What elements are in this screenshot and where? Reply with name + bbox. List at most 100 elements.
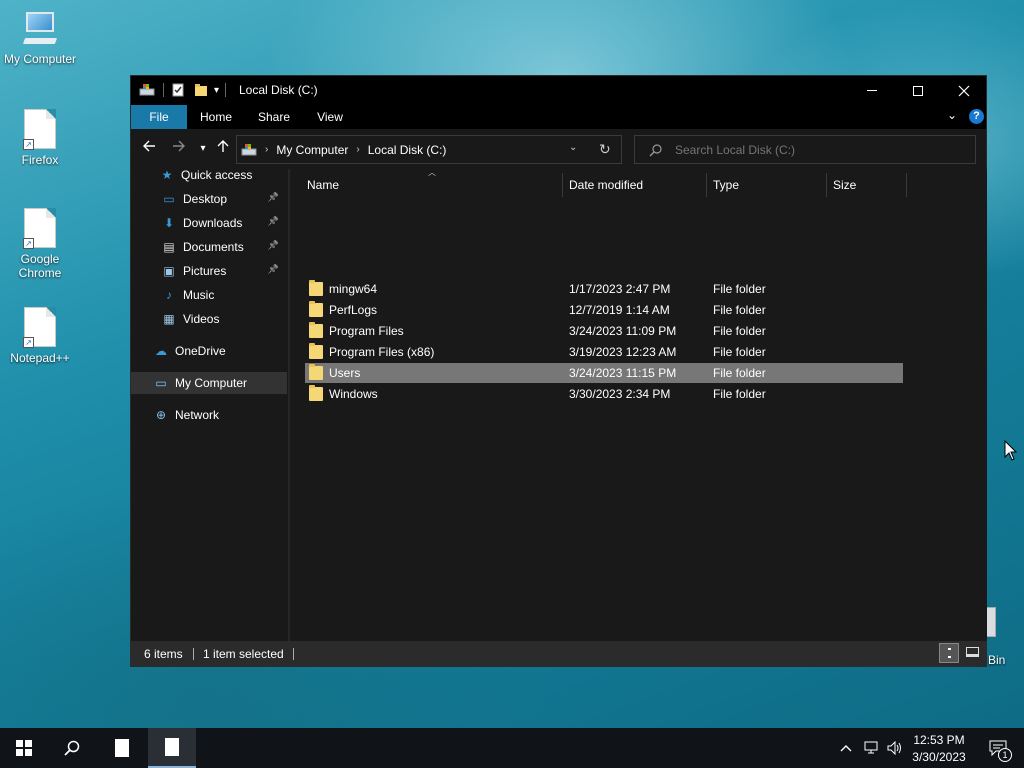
sidebar-item-label: Network xyxy=(175,408,220,422)
desktop-icon-google-chrome[interactable]: ↗ Google Chrome xyxy=(0,208,80,280)
desktop-icon-firefox[interactable]: ↗ Firefox xyxy=(0,109,80,167)
quick-access-toolbar: ▾ xyxy=(139,82,232,98)
desktop-icon-my-computer[interactable]: My Computer xyxy=(0,10,80,66)
properties-icon[interactable] xyxy=(172,83,184,97)
column-divider[interactable] xyxy=(562,173,563,197)
table-row[interactable]: Program Files 3/24/2023 11:09 PM File fo… xyxy=(305,321,903,341)
column-divider[interactable] xyxy=(706,173,707,197)
videos-icon: ▦ xyxy=(163,312,175,326)
sidebar-item-videos[interactable]: ▦ Videos xyxy=(131,308,287,330)
tab-home[interactable]: Home xyxy=(193,105,239,129)
sidebar-item-music[interactable]: ♪ Music xyxy=(131,284,287,306)
file-date: 3/19/2023 12:23 AM xyxy=(569,345,677,359)
table-row-selected[interactable]: Users 3/24/2023 11:15 PM File folder xyxy=(305,363,903,383)
sidebar-item-documents[interactable]: ▤ Documents 📌 xyxy=(131,236,287,258)
search-input[interactable] xyxy=(675,142,955,157)
search-icon xyxy=(649,143,662,156)
folder-icon xyxy=(309,385,323,401)
column-divider[interactable] xyxy=(906,173,907,197)
expand-ribbon-icon[interactable]: ⌄ xyxy=(947,108,957,122)
desktop-icon-label: Notepad++ xyxy=(10,351,70,365)
recent-locations-button[interactable]: ▾ xyxy=(193,139,213,159)
drive-icon xyxy=(139,84,155,96)
new-folder-icon[interactable] xyxy=(194,83,208,97)
sidebar-item-label: Pictures xyxy=(183,264,227,278)
sidebar-item-desktop[interactable]: ▭ Desktop 📌 xyxy=(131,188,287,210)
search-taskbar-button[interactable] xyxy=(48,728,96,768)
sidebar-item-downloads[interactable]: ⬇ Downloads 📌 xyxy=(131,212,287,234)
search-box[interactable] xyxy=(634,135,976,164)
sidebar-item-my-computer[interactable]: ▭ My Computer xyxy=(131,372,287,394)
folder-icon xyxy=(309,301,323,317)
file-explorer-window: ▾ Local Disk (C:) File Home Share View ⌄… xyxy=(130,75,987,667)
sidebar-item-label: Downloads xyxy=(183,216,243,230)
sidebar-item-label: Videos xyxy=(183,312,220,326)
help-icon[interactable]: ? xyxy=(969,109,984,124)
sidebar-item-onedrive[interactable]: ☁ OneDrive xyxy=(131,340,287,362)
documents-icon: ▤ xyxy=(163,240,175,254)
back-button[interactable] xyxy=(139,139,159,159)
minimize-icon xyxy=(867,90,877,91)
minimize-button[interactable] xyxy=(849,76,895,105)
status-separator xyxy=(293,648,294,660)
breadcrumb-separator-icon[interactable]: › xyxy=(265,144,268,155)
desktop-icon-notepad-plus-plus[interactable]: ↗ Notepad++ xyxy=(0,307,80,365)
column-header-date-modified[interactable]: Date modified xyxy=(569,171,705,199)
large-icons-view-icon xyxy=(966,647,979,657)
breadcrumb-my-computer[interactable]: My Computer xyxy=(276,143,348,157)
computer-drive-icon xyxy=(241,143,257,155)
download-icon: ⬇ xyxy=(163,216,175,230)
breadcrumb-separator-icon[interactable]: › xyxy=(356,144,359,155)
up-button[interactable] xyxy=(213,139,233,159)
close-button[interactable] xyxy=(941,76,987,105)
notification-count-badge: 1 xyxy=(998,748,1012,762)
table-row[interactable]: Windows 3/30/2023 2:34 PM File folder xyxy=(305,384,903,404)
close-icon xyxy=(958,85,970,96)
details-view-button[interactable] xyxy=(939,643,959,663)
customize-toolbar-dropdown-icon[interactable]: ▾ xyxy=(214,85,219,96)
clock-time: 12:53 PM xyxy=(913,732,965,747)
volume-tray-button[interactable] xyxy=(884,728,906,768)
sidebar-item-network[interactable]: ⊕ Network xyxy=(131,404,287,426)
taskbar-app-file-explorer[interactable] xyxy=(148,728,196,768)
sidebar-item-quick-access[interactable]: ★ Quick access xyxy=(131,164,287,186)
taskbar: 12:53 PM 3/30/2023 1 xyxy=(0,728,1024,768)
column-header-size[interactable]: Size xyxy=(833,171,905,199)
sidebar-item-label: OneDrive xyxy=(175,344,226,358)
pin-icon: 📌 xyxy=(267,216,279,226)
column-header-type[interactable]: Type xyxy=(713,171,825,199)
tab-share[interactable]: Share xyxy=(251,105,297,129)
tab-file[interactable]: File xyxy=(131,105,187,129)
sidebar-item-label: Documents xyxy=(183,240,244,254)
window-title: Local Disk (C:) xyxy=(239,83,318,97)
tab-view[interactable]: View xyxy=(307,105,353,129)
table-row[interactable]: PerfLogs 12/7/2019 1:14 AM File folder xyxy=(305,300,903,320)
table-row[interactable]: mingw64 1/17/2023 2:47 PM File folder xyxy=(305,279,903,299)
breadcrumb-local-disk[interactable]: Local Disk (C:) xyxy=(368,143,447,157)
table-row[interactable]: Program Files (x86) 3/19/2023 12:23 AM F… xyxy=(305,342,903,362)
action-center-button[interactable]: 1 xyxy=(978,728,1018,768)
document-icon xyxy=(115,739,129,757)
column-header-name[interactable]: Name xyxy=(307,171,561,199)
forward-button[interactable] xyxy=(169,139,189,159)
pin-icon: 📌 xyxy=(267,264,279,274)
clock[interactable]: 12:53 PM 3/30/2023 xyxy=(906,728,972,768)
start-button[interactable] xyxy=(0,728,48,768)
file-name: Program Files (x86) xyxy=(329,345,435,359)
large-icons-view-button[interactable] xyxy=(963,643,983,663)
show-hidden-icons-button[interactable] xyxy=(838,728,854,768)
pane-divider[interactable] xyxy=(288,169,290,641)
maximize-button[interactable] xyxy=(895,76,941,105)
address-bar[interactable]: › My Computer › Local Disk (C:) ⌄ ↻ xyxy=(236,135,622,164)
refresh-icon[interactable]: ↻ xyxy=(599,141,611,158)
status-separator xyxy=(193,648,194,660)
sidebar-item-label: My Computer xyxy=(175,376,248,390)
file-date: 3/24/2023 11:15 PM xyxy=(569,366,677,380)
file-list: ︿ Name Date modified Type Size mingw64 1… xyxy=(291,168,987,641)
network-tray-button[interactable] xyxy=(860,728,882,768)
address-dropdown-icon[interactable]: ⌄ xyxy=(569,142,577,153)
sidebar-item-pictures[interactable]: ▣ Pictures 📌 xyxy=(131,260,287,282)
taskbar-app-document[interactable] xyxy=(98,728,146,768)
column-divider[interactable] xyxy=(826,173,827,197)
file-date: 1/17/2023 2:47 PM xyxy=(569,282,671,296)
